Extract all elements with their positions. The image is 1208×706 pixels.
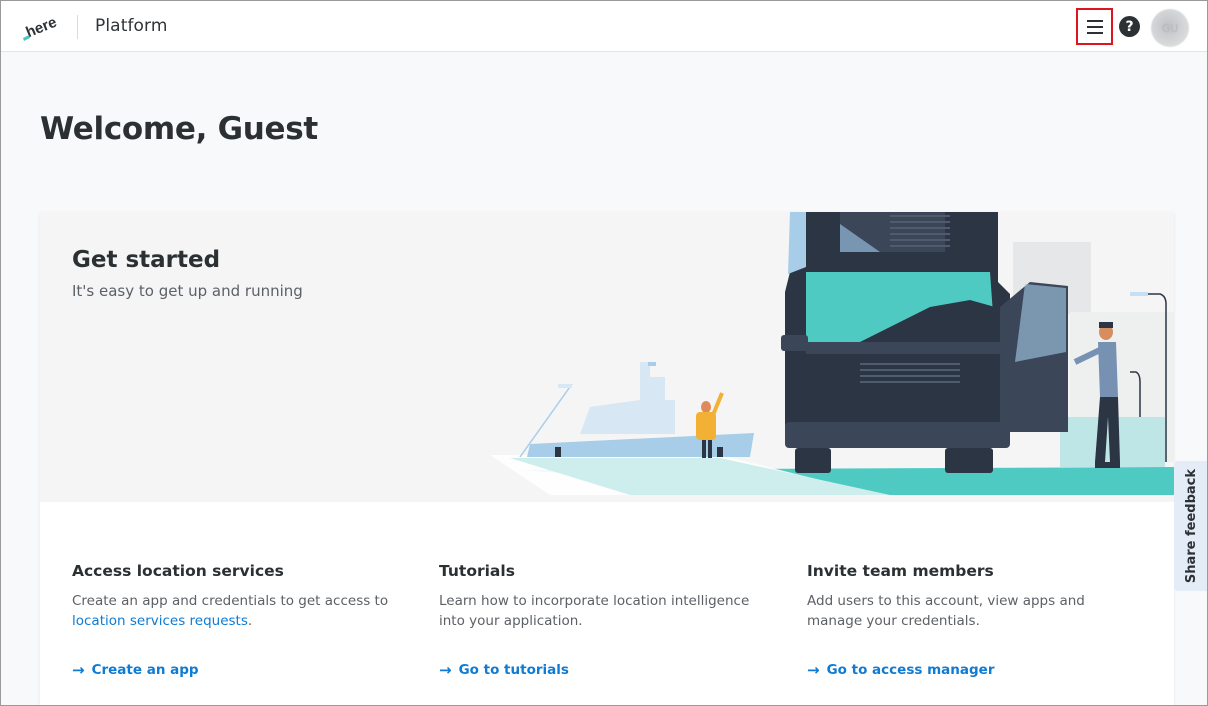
here-logo[interactable]: here [21, 10, 61, 42]
share-feedback-tab[interactable]: Share feedback [1174, 461, 1207, 591]
boat-bollard-1 [555, 447, 561, 457]
description-suffix: . [247, 613, 253, 629]
person-1-arm [711, 392, 724, 416]
hero-subtitle: It's easy to get up and running [72, 282, 303, 300]
create-app-link[interactable]: → Create an app [72, 661, 199, 679]
column-access-location: Access location services Create an app a… [72, 562, 392, 631]
column-description: Add users to this account, view apps and… [807, 593, 1085, 629]
go-to-access-manager-link[interactable]: → Go to access manager [807, 661, 994, 679]
column-description: Create an app and credentials to get acc… [72, 591, 392, 631]
arrow-right-icon: → [72, 661, 85, 679]
app-window: here Platform ? GU Welcome, Guest Get st… [0, 0, 1208, 706]
person-1-leg-left [702, 440, 706, 458]
truck-edge [788, 212, 806, 274]
lamp-head-1 [1130, 292, 1148, 296]
boat-bow [558, 384, 572, 388]
location-services-link[interactable]: location services requests [72, 613, 248, 629]
help-icon: ? [1125, 18, 1134, 35]
get-started-card: Get started It's easy to get up and runn… [40, 212, 1174, 705]
column-title: Access location services [72, 562, 284, 580]
truck-wheel-right [945, 448, 993, 473]
column-title: Tutorials [439, 562, 515, 580]
person-2-hair [1099, 322, 1113, 328]
hero-illustration [490, 212, 1174, 495]
header-divider [77, 15, 78, 39]
column-description: Learn how to incorporate location intell… [439, 593, 750, 629]
description-text: Create an app and credentials to get acc… [72, 593, 389, 609]
help-button[interactable]: ? [1119, 16, 1140, 37]
boat-mast-top [648, 362, 656, 366]
boat-bollard-2 [717, 447, 723, 457]
hero-title: Get started [72, 247, 221, 273]
platform-title: Platform [95, 16, 168, 36]
go-to-tutorials-link[interactable]: → Go to tutorials [439, 661, 569, 679]
column-title: Invite team members [807, 562, 994, 580]
boat-cabin [570, 362, 675, 434]
menu-button[interactable] [1076, 8, 1113, 45]
person-2-shoes [1095, 462, 1120, 468]
hamburger-icon [1086, 19, 1103, 34]
person-1-leg-right [708, 440, 712, 458]
truck-bumper [785, 422, 1010, 448]
go-to-access-manager-label: Go to access manager [826, 662, 995, 678]
person-1-head [701, 401, 711, 413]
column-invite-team: Invite team members Add users to this ac… [807, 562, 1127, 631]
person-2-body [1098, 342, 1118, 397]
truck-mirror-left [781, 335, 808, 351]
column-tutorials: Tutorials Learn how to incorporate locat… [439, 562, 759, 631]
hero-banner: Get started It's easy to get up and runn… [40, 212, 1174, 502]
create-app-label: Create an app [91, 662, 199, 678]
share-feedback-label: Share feedback [1184, 468, 1199, 584]
go-to-tutorials-label: Go to tutorials [458, 662, 569, 678]
person-1-body [696, 412, 716, 440]
arrow-right-icon: → [439, 661, 452, 679]
arrow-right-icon: → [807, 661, 820, 679]
top-header: here Platform ? GU [1, 1, 1207, 52]
truck-hood-line [806, 342, 1006, 354]
feature-columns: Access location services Create an app a… [40, 502, 1174, 705]
user-avatar[interactable]: GU [1151, 9, 1189, 47]
truck-wheel-left [795, 448, 831, 473]
avatar-initials: GU [1161, 21, 1179, 35]
welcome-heading: Welcome, Guest [40, 111, 318, 147]
